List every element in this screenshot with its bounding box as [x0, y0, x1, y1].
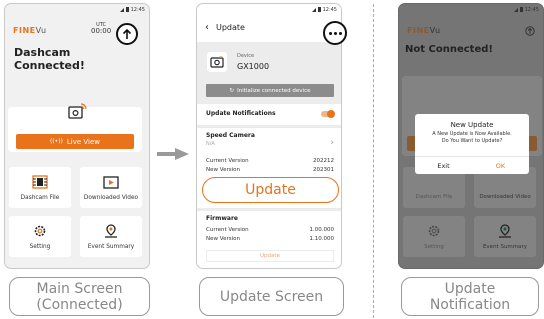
caption-update-screen: Update Screen — [199, 277, 344, 316]
signal-icon — [513, 7, 518, 12]
arrow-up-icon — [122, 28, 132, 39]
notification-screen-phone: 12:45 FINEVu Not Connected! Dashcam File… — [398, 3, 544, 269]
utc-clock: UTC 00:00 — [91, 22, 112, 35]
update-header: ‹ Update — [197, 16, 341, 38]
update-arrow-icon — [525, 26, 535, 36]
dialog-title: New Update — [450, 121, 494, 129]
battery-icon — [519, 7, 523, 12]
gear-icon — [34, 225, 46, 236]
speed-camera-row[interactable]: Speed Camera — [206, 132, 334, 139]
device-model: GX1000 — [237, 62, 270, 71]
location-pin-icon — [499, 223, 511, 238]
dashcam-file-button[interactable]: Dashcam File — [9, 167, 71, 208]
dimmed-setting: Setting — [403, 216, 465, 257]
dashcam-icon — [207, 52, 227, 72]
more-dots-icon — [328, 31, 332, 35]
speed-camera-status-row: N/A › — [206, 138, 334, 148]
status-bar: 12:45 — [311, 4, 337, 15]
video-folder-icon — [103, 175, 119, 189]
sc-new-version-row: New Version 202301 — [206, 167, 334, 173]
divider — [197, 208, 341, 211]
ok-button[interactable]: OK — [472, 157, 529, 174]
app-logo: FINEVu — [407, 26, 441, 35]
fw-current-version-row: Current Version 1.00.000 — [206, 227, 334, 233]
initialize-device-button[interactable]: ↻ Initialize connected device — [206, 84, 334, 97]
update-available-button[interactable] — [116, 23, 138, 45]
section-divider — [373, 4, 374, 318]
dialog-message: A New Update is Now Available. Do You Wa… — [432, 131, 512, 144]
gear-icon — [428, 225, 440, 236]
live-view-button[interactable]: ((•)) Live View — [16, 134, 134, 149]
exit-button[interactable]: Exit — [415, 157, 472, 174]
chevron-right-icon: › — [330, 138, 334, 148]
film-icon — [32, 174, 48, 189]
signal-icon — [119, 7, 124, 12]
notifications-row: Update Notifications — [206, 109, 335, 118]
update-dialog: New Update A New Update is Now Available… — [415, 114, 529, 174]
notifications-toggle[interactable] — [321, 109, 335, 118]
device-panel: Device GX1000 ↻ Initialize connected dev… — [197, 42, 341, 104]
refresh-icon: ↻ — [229, 87, 235, 94]
event-summary-button[interactable]: Event Summary — [80, 216, 142, 257]
back-chevron-icon[interactable]: ‹ — [205, 22, 209, 33]
dashcam-wifi-icon — [68, 103, 87, 119]
next-screen-arrow — [157, 148, 189, 160]
update-screen-phone: 12:45 ‹ Update Device GX1000 ↻ Initializ… — [196, 3, 342, 269]
live-view-card: ((•)) Live View — [8, 103, 142, 152]
status-time: 12:45 — [524, 6, 539, 13]
status-bar: 12:45 — [513, 4, 539, 15]
live-signal-icon: ((•)) — [49, 138, 63, 145]
fw-new-version-row: New Version 1.10.000 — [206, 236, 334, 242]
connection-title: Dashcam Connected! — [14, 46, 85, 72]
connection-title: Not Connected! — [405, 44, 493, 55]
status-time: 12:45 — [130, 6, 145, 13]
status-bar: 12:45 — [119, 4, 145, 15]
app-logo: FINEVu — [13, 26, 47, 35]
firmware-update-button[interactable]: Update — [206, 250, 334, 262]
downloaded-video-button[interactable]: Downloaded Video — [80, 167, 142, 208]
location-pin-icon — [105, 223, 117, 238]
firmware-row: Firmware — [206, 215, 238, 222]
dialog-buttons: Exit OK — [415, 156, 529, 174]
dimmed-event-summary: Event Summary — [474, 216, 536, 257]
caption-main-screen: Main Screen (Connected) — [9, 277, 150, 316]
battery-icon — [317, 7, 321, 12]
speed-camera-update-button[interactable]: Update — [202, 177, 339, 203]
battery-icon — [125, 7, 129, 12]
caption-update-notification: Update Notification — [401, 277, 539, 316]
status-time: 12:45 — [322, 6, 337, 13]
sc-current-version-row: Current Version 202212 — [206, 158, 334, 164]
more-options-button[interactable] — [323, 21, 347, 45]
header-title: Update — [216, 22, 245, 32]
main-screen-phone: 12:45 FINEVu UTC 00:00 Dashcam Connected… — [4, 3, 150, 269]
divider — [197, 125, 341, 128]
signal-icon — [311, 7, 316, 12]
setting-button[interactable]: Setting — [9, 216, 71, 257]
